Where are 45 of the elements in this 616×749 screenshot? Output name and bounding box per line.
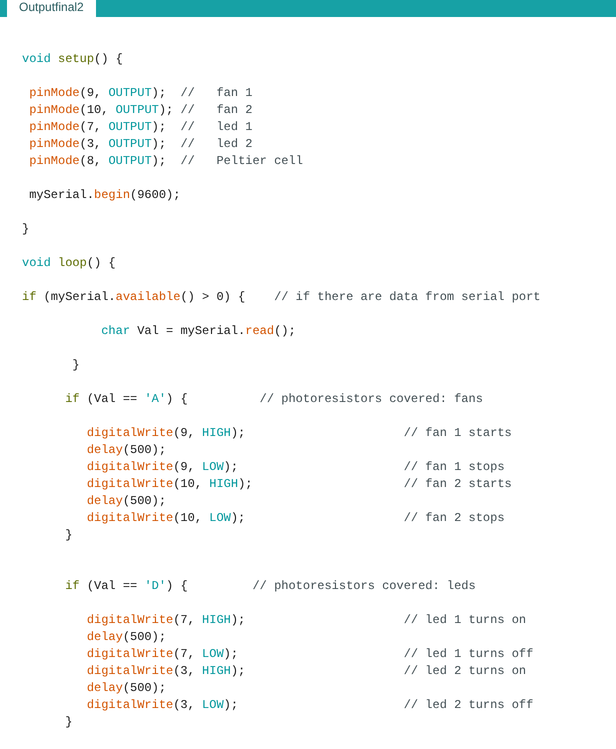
code-line: if (Val == 'D') { (65, 579, 188, 593)
code-line: pinMode(8, OUTPUT); (29, 154, 166, 168)
code-line: } (65, 528, 72, 542)
code-line: void setup() { (22, 52, 123, 66)
code-comment: // fan 1 (180, 86, 252, 100)
code-line: if (Val == 'A') { (65, 392, 188, 406)
code-comment: // fan 1 starts (404, 426, 512, 440)
code-line: } (22, 222, 30, 236)
code-line: digitalWrite(9, HIGH); (86, 426, 246, 440)
code-comment: // led 2 turns off (404, 698, 534, 712)
code-comment: // led 1 turns off (404, 647, 534, 661)
code-line: pinMode(7, OUTPUT); (29, 120, 166, 134)
code-comment: // fan 2 stops (404, 511, 505, 525)
code-comment: // photoresistors covered: leds (252, 579, 476, 593)
code-line: pinMode(9, OUTPUT); (29, 86, 166, 100)
code-line: mySerial.begin(9600); (29, 188, 180, 202)
code-line: digitalWrite(7, LOW); (86, 647, 238, 661)
code-line: digitalWrite(9, LOW); (86, 460, 238, 474)
code-line: } (65, 715, 72, 729)
code-comment: // led 1 (180, 120, 252, 134)
code-line: if (mySerial.available() > 0) { (22, 290, 246, 304)
code-comment: // led 2 (180, 137, 252, 151)
code-line: digitalWrite(10, HIGH); (86, 477, 252, 491)
code-line: digitalWrite(3, LOW); (86, 698, 238, 712)
code-line: digitalWrite(10, LOW); (86, 511, 246, 525)
code-comment: // fan 2 (180, 103, 252, 117)
code-comment: // Peltier cell (180, 154, 303, 168)
code-line: delay(500); (86, 443, 166, 457)
code-line: delay(500); (86, 494, 166, 508)
code-comment: // if there are data from serial port (274, 290, 541, 304)
code-line: digitalWrite(3, HIGH); (86, 664, 246, 678)
file-tab[interactable]: Outputfinal2 (7, 0, 96, 17)
code-line: digitalWrite(7, HIGH); (86, 613, 246, 627)
code-line: char Val = mySerial.read(); (101, 324, 296, 338)
code-comment: // fan 1 stops (404, 460, 505, 474)
code-comment: // photoresistors covered: fans (260, 392, 483, 406)
code-line: } (72, 358, 80, 372)
code-line: void loop() { (22, 256, 116, 270)
code-line: delay(500); (86, 630, 166, 644)
code-comment: // fan 2 starts (404, 477, 512, 491)
code-line: pinMode(10, OUTPUT); (29, 103, 174, 117)
code-comment: // led 1 turns on (404, 613, 526, 627)
code-line: pinMode(3, OUTPUT); (29, 137, 166, 151)
code-comment: // led 2 turns on (404, 664, 526, 678)
code-line: delay(500); (86, 681, 166, 695)
